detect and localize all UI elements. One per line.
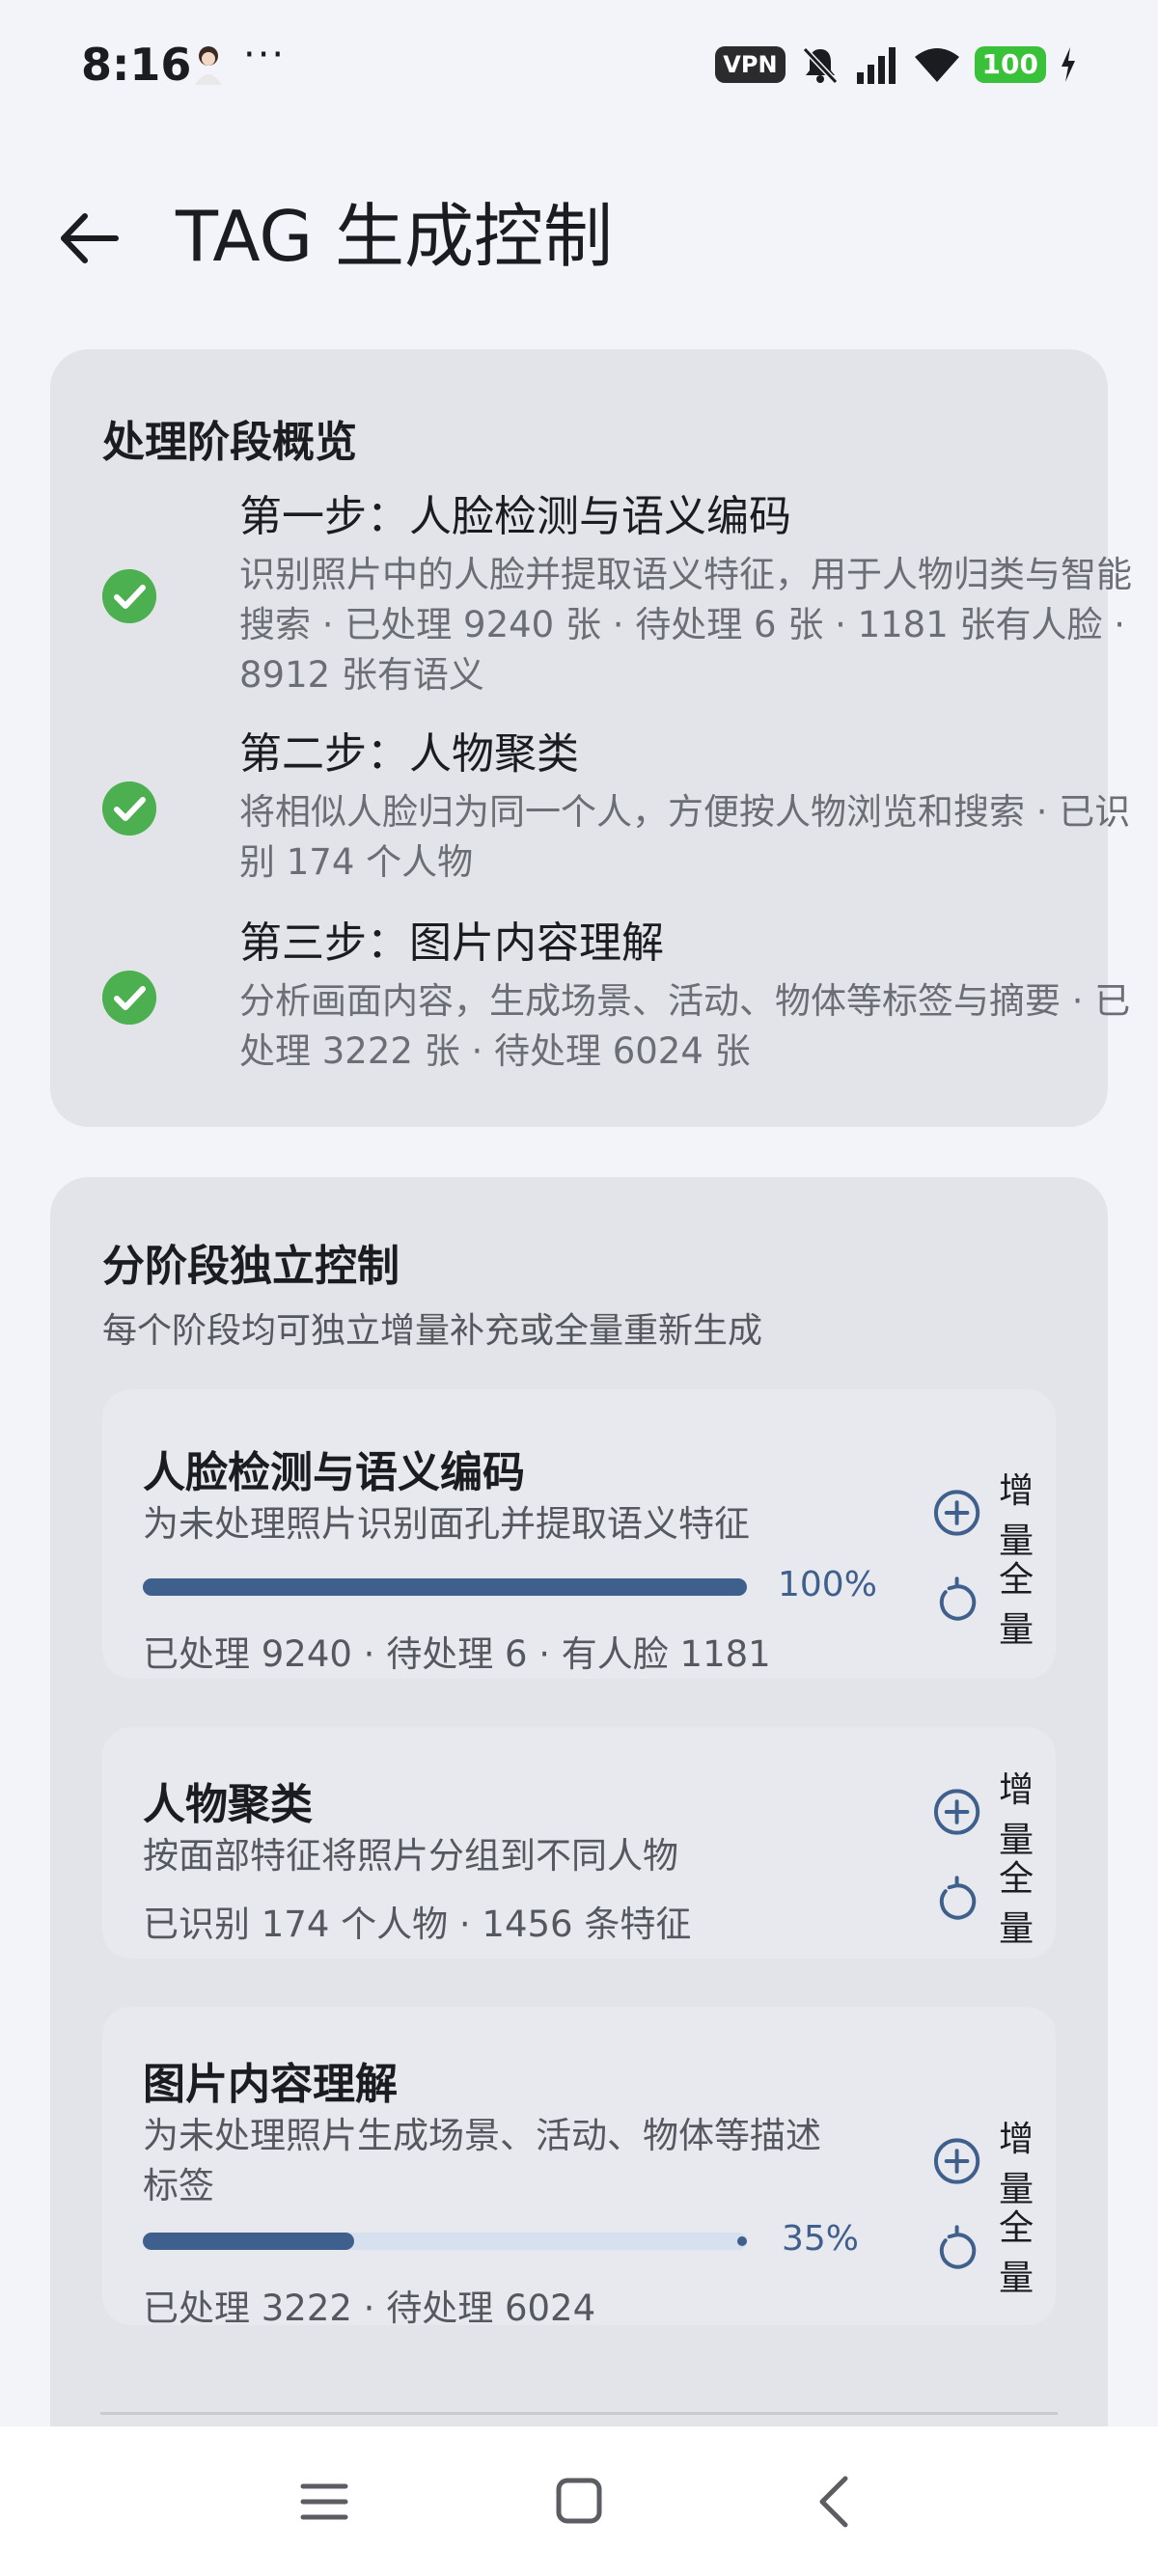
avatar-icon [195,46,222,85]
wifi-icon [914,48,959,82]
add-circle-icon [933,1789,980,1835]
stage-card-face-detection: 人脸检测与语义编码 为未处理照片识别面孔并提取语义特征 100% 已处理 924… [102,1389,1056,1679]
stage-meta: 已识别 174 个人物 · 1456 条特征 [143,1904,692,1945]
signal-icon [856,47,896,84]
app-bar: TAG 生成控制 [0,183,1158,289]
home-icon[interactable] [550,2475,608,2529]
step-description: 将相似人脸归为同一个人，方便按人物浏览和搜索 · 已识别 174 个人物 [239,791,1131,883]
full-regenerate-button[interactable]: 全量 [932,1859,1067,1949]
incremental-button[interactable]: 增量 [932,1471,1067,1561]
control-subtitle: 每个阶段均可独立增量补充或全量重新生成 [102,1311,763,1351]
progress-bar [143,2233,747,2250]
page-title: TAG 生成控制 [176,196,614,277]
step-description: 分析画面内容，生成场景、活动、物体等标签与摘要 · 已处理 3222 张 · 待… [239,980,1131,1072]
progress-fill [143,2233,355,2250]
stage-description: 为未处理照片生成场景、活动、物体等描述标签 [143,2115,821,2206]
check-circle-icon [102,781,156,836]
back-arrow-icon[interactable] [56,205,124,272]
battery-indicator: 100 [974,46,1046,83]
add-circle-icon [933,1490,980,1536]
full-regenerate-button[interactable]: 全量 [932,1560,1067,1650]
progress-percent: 100% [778,1565,877,1604]
check-circle-icon [102,569,156,623]
step-item: 第三步：图片内容理解 分析画面内容，生成场景、活动、物体等标签与摘要 · 已处理… [102,917,1130,1072]
stage-title: 人物聚类 [143,1780,313,1829]
step-title: 第一步：人脸检测与语义编码 [239,492,791,541]
refresh-icon [939,1576,977,1621]
more-notifications-icon: ··· [243,33,287,77]
progress-bar [143,1578,747,1596]
incremental-button[interactable]: 增量 [932,2120,1067,2209]
stage-meta: 已处理 3222 · 待处理 6024 [143,2288,596,2329]
progress-fill [143,1578,747,1596]
add-circle-icon [933,2138,980,2184]
refresh-icon [939,1876,977,1920]
stage-card-image-understanding: 图片内容理解 为未处理照片生成场景、活动、物体等描述标签 35% 已处理 322… [102,2007,1056,2329]
step-description: 识别照片中的人脸并提取语义特征，用于人物归类与智能搜索 · 已处理 9240 张… [239,554,1132,696]
incremental-label: 增量 [999,1471,1034,1561]
incremental-label: 增量 [999,1770,1034,1860]
full-label: 全量 [999,1859,1034,1949]
overview-card: 处理阶段概览 第一步：人脸检测与语义编码 识别照片中的人脸并提取语义特征，用于人… [50,349,1132,1127]
control-card: 分阶段独立控制 每个阶段均可独立增量补充或全量重新生成 人脸检测与语义编码 为未… [50,1177,1108,2431]
step-item: 第二步：人物聚类 将相似人脸归为同一个人，方便按人物浏览和搜索 · 已识别 17… [102,727,1130,883]
menu-icon[interactable] [295,2475,353,2529]
stage-title: 图片内容理解 [143,2060,398,2109]
status-icons: VPN 100 [715,42,1077,87]
charging-icon [1062,47,1075,82]
back-icon[interactable] [807,2475,865,2529]
stage-description: 按面部特征将照片分组到不同人物 [143,1835,678,1877]
vpn-badge: VPN [715,46,786,83]
stage-title: 人脸检测与语义编码 [143,1448,525,1497]
refresh-icon [939,2225,977,2269]
status-bar: 8:16 ··· VPN 100 [0,0,1158,135]
step-title: 第二步：人物聚类 [239,729,579,779]
check-circle-icon [102,971,156,1025]
full-regenerate-button[interactable]: 全量 [932,2208,1067,2298]
full-label: 全量 [999,1560,1034,1650]
stage-description: 为未处理照片识别面孔并提取语义特征 [143,1503,750,1545]
stage-meta: 已处理 9240 · 待处理 6 · 有人脸 1181 [143,1633,771,1675]
mute-bell-icon [802,46,838,85]
incremental-label: 增量 [999,2120,1034,2209]
step-title: 第三步：图片内容理解 [239,918,664,968]
clock: 8:16 [81,39,192,91]
divider [100,2412,1058,2415]
stage-card-person-clustering: 人物聚类 按面部特征将照片分组到不同人物 已识别 174 个人物 · 1456 … [102,1727,1056,1959]
progress-end-dot [737,2236,747,2246]
progress-percent: 35% [782,2219,860,2259]
control-title: 分阶段独立控制 [102,1242,400,1291]
incremental-button[interactable]: 增量 [932,1770,1067,1860]
navigation-bar [0,2426,1158,2576]
overview-title: 处理阶段概览 [102,418,357,467]
step-item: 第一步：人脸检测与语义编码 识别照片中的人脸并提取语义特征，用于人物归类与智能搜… [102,490,1132,696]
full-label: 全量 [999,2208,1034,2298]
